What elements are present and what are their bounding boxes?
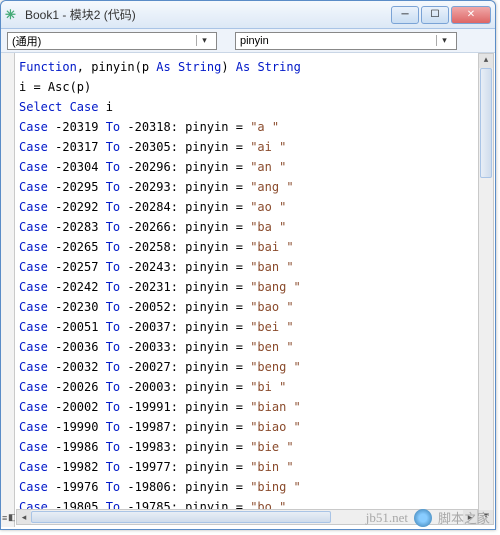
object-combobox[interactable]: (通用) ▾ <box>7 32 217 50</box>
code-line[interactable]: Case -20002 To -19991: pinyin = "bian " <box>19 397 489 417</box>
code-line[interactable]: Case -20230 To -20052: pinyin = "bao " <box>19 297 489 317</box>
chevron-down-icon: ▾ <box>436 35 452 46</box>
code-line[interactable]: Case -19990 To -19987: pinyin = "biao " <box>19 417 489 437</box>
code-line[interactable]: Select Case i <box>19 97 489 117</box>
code-area: ≡ ◧ Function, pinyin(p As String) As Str… <box>1 53 495 527</box>
code-line[interactable]: Function, pinyin(p As String) As String <box>19 57 489 77</box>
scroll-up-icon[interactable]: ▴ <box>479 54 493 68</box>
scroll-thumb[interactable] <box>31 511 331 523</box>
minimize-button[interactable]: ─ <box>391 6 419 24</box>
code-line[interactable]: Case -20265 To -20258: pinyin = "bai " <box>19 237 489 257</box>
view-mode-gutter[interactable]: ≡ ◧ <box>1 53 15 527</box>
maximize-button[interactable]: ☐ <box>421 6 449 24</box>
code-line[interactable]: Case -20292 To -20284: pinyin = "ao " <box>19 197 489 217</box>
code-window: ✳ Book1 - 模块2 (代码) ─ ☐ ✕ (通用) ▾ pinyin ▾… <box>0 0 496 530</box>
window-buttons: ─ ☐ ✕ <box>391 6 491 24</box>
code-line[interactable]: Case -20032 To -20027: pinyin = "beng " <box>19 357 489 377</box>
toolbar: (通用) ▾ pinyin ▾ <box>1 29 495 53</box>
code-line[interactable]: Case -20036 To -20033: pinyin = "ben " <box>19 337 489 357</box>
code-line[interactable]: i = Asc(p) <box>19 77 489 97</box>
watermark-brand: 脚本之家 <box>438 508 490 527</box>
vertical-scrollbar[interactable]: ▴ ▾ <box>478 53 494 525</box>
code-line[interactable]: Case -20026 To -20003: pinyin = "bi " <box>19 377 489 397</box>
procedure-combobox-value: pinyin <box>240 35 436 47</box>
procedure-combobox[interactable]: pinyin ▾ <box>235 32 457 50</box>
code-line[interactable]: Case -20317 To -20305: pinyin = "ai " <box>19 137 489 157</box>
code-line[interactable]: Case -20283 To -20266: pinyin = "ba " <box>19 217 489 237</box>
app-icon: ✳ <box>5 7 21 23</box>
scroll-left-icon[interactable]: ◂ <box>17 510 31 524</box>
code-line[interactable]: Case -19982 To -19977: pinyin = "bin " <box>19 457 489 477</box>
watermark: jb51.net 脚本之家 <box>366 508 490 527</box>
code-line[interactable]: Case -20257 To -20243: pinyin = "ban " <box>19 257 489 277</box>
watermark-logo-icon <box>414 509 432 527</box>
code-line[interactable]: Case -20304 To -20296: pinyin = "an " <box>19 157 489 177</box>
close-button[interactable]: ✕ <box>451 6 491 24</box>
code-editor[interactable]: Function, pinyin(p As String) As Stringi… <box>15 53 495 527</box>
watermark-url: jb51.net <box>366 510 408 526</box>
code-line[interactable]: Case -20242 To -20231: pinyin = "bang " <box>19 277 489 297</box>
titlebar[interactable]: ✳ Book1 - 模块2 (代码) ─ ☐ ✕ <box>1 1 495 29</box>
window-title: Book1 - 模块2 (代码) <box>25 6 391 23</box>
object-combobox-value: (通用) <box>12 33 196 49</box>
procedure-view-icon[interactable]: ≡ <box>2 513 7 523</box>
code-line[interactable]: Case -20295 To -20293: pinyin = "ang " <box>19 177 489 197</box>
code-line[interactable]: Case -20319 To -20318: pinyin = "a " <box>19 117 489 137</box>
code-line[interactable]: Case -19986 To -19983: pinyin = "bie " <box>19 437 489 457</box>
code-line[interactable]: Case -20051 To -20037: pinyin = "bei " <box>19 317 489 337</box>
chevron-down-icon: ▾ <box>196 35 212 46</box>
code-line[interactable]: Case -19976 To -19806: pinyin = "bing " <box>19 477 489 497</box>
scroll-thumb[interactable] <box>480 68 492 178</box>
